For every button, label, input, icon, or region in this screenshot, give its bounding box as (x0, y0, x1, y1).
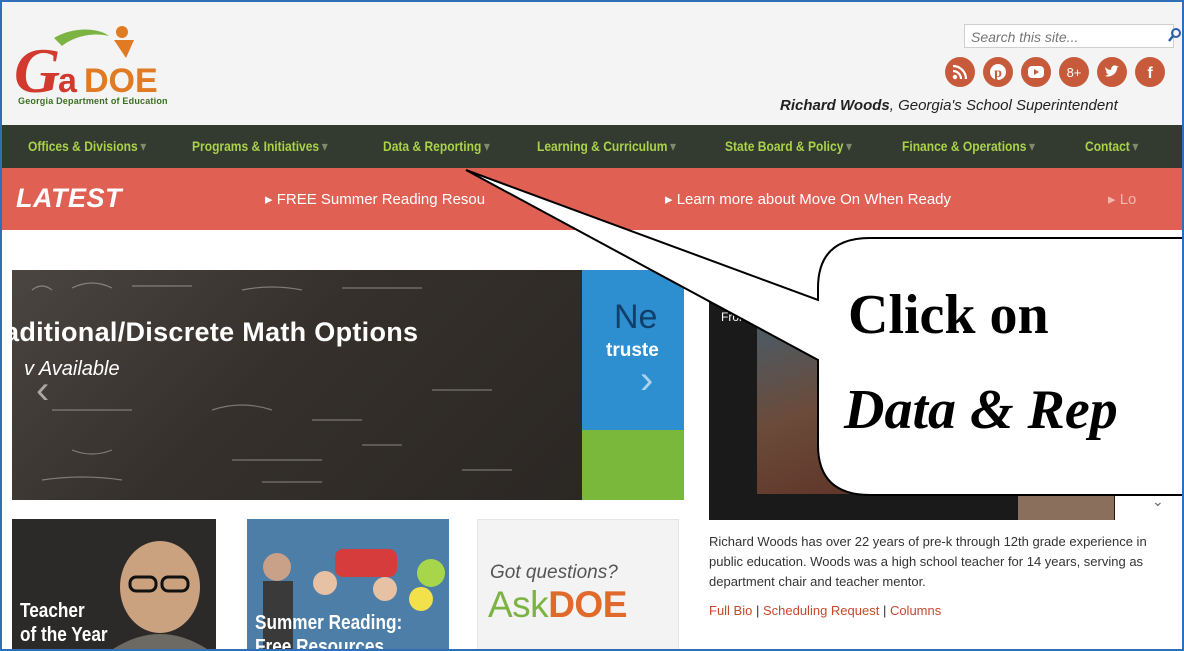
callout-line2: Data & Rep (844, 379, 1118, 441)
callout-line1: Click on (848, 284, 1049, 346)
